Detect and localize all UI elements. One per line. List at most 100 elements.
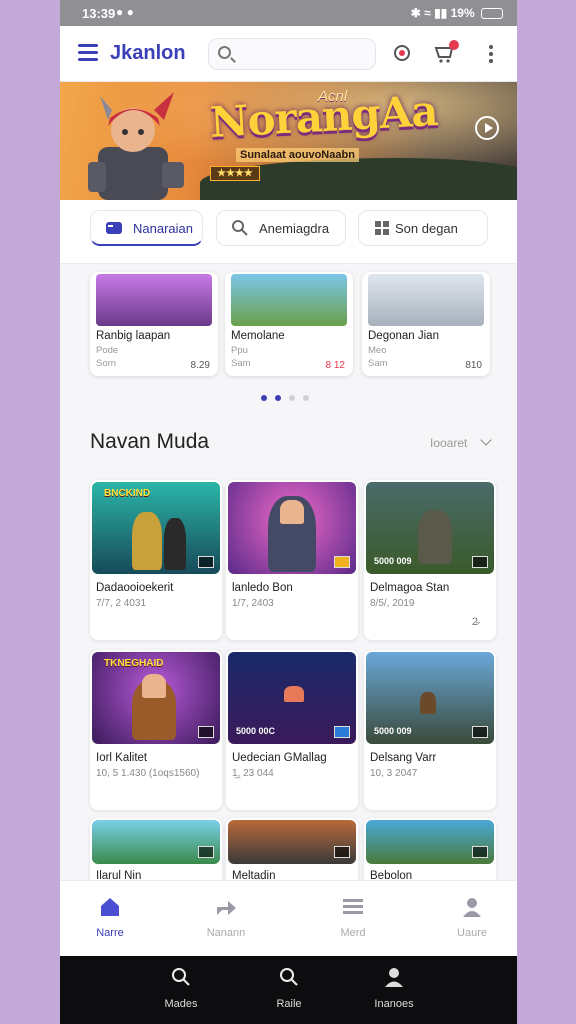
- chevron-down-icon: [480, 434, 492, 446]
- thumbnail-heading: TKNEGHAID: [104, 658, 164, 669]
- card-thumbnail: BNCKIND: [92, 482, 220, 574]
- carousel-card[interactable]: Degonan Jian Meo Sam 810: [362, 272, 490, 376]
- phone-screen: 13:39 ● ● ✱ ≈ ▮▮ 19% Jkanlon Acnl Norang…: [60, 0, 517, 1024]
- card-meta: Pode: [96, 345, 119, 356]
- game-grid: BNCKIND Dadaooioekerit 7/7, 2 4031 lanle…: [60, 480, 517, 978]
- card-title: Memolane: [231, 330, 285, 342]
- hero-banner[interactable]: Acnl NorangAa Sunalaat aouvoNaabn ★★★★: [60, 82, 517, 200]
- nav-item-share[interactable]: Nanann: [186, 895, 266, 939]
- app-brand: Jkanlon: [110, 42, 186, 64]
- card-meta: Meo: [368, 345, 387, 356]
- gamepad-icon: [106, 222, 122, 234]
- game-date: 10, 3 2047: [370, 768, 418, 779]
- home-icon: [101, 898, 119, 916]
- status-right: ✱ ≈ ▮▮ 19%: [411, 6, 503, 20]
- carousel-card[interactable]: Ranbig laapan Pode Sorn 8.29: [90, 272, 218, 376]
- card-thumbnail: [92, 820, 220, 864]
- card-thumbnail: 5000 00C: [228, 652, 356, 744]
- thumbnail-stat: 5000 00C: [236, 726, 276, 736]
- profile-icon: [463, 898, 481, 917]
- share-icon: [217, 901, 236, 915]
- card-thumbnail: [231, 274, 347, 326]
- card-meta: Sorn: [96, 358, 117, 369]
- card-meta: Ppu: [231, 345, 248, 356]
- thumbnail-heading: BNCKIND: [104, 488, 151, 499]
- game-title: lanledo Bon: [232, 582, 293, 594]
- card-title: Ranbig laapan: [96, 330, 171, 342]
- game-card[interactable]: BNCKIND Dadaooioekerit 7/7, 2 4031: [90, 480, 222, 640]
- card-price: 8.29: [190, 360, 210, 371]
- card-thumbnail: [228, 820, 356, 864]
- hamburger-menu-icon[interactable]: [78, 44, 98, 62]
- sys-item-person[interactable]: Inanoes: [359, 966, 429, 1010]
- battery-percent: 19%: [450, 6, 475, 20]
- bell-icon: [394, 45, 410, 61]
- game-date: 1̲, 23 044: [232, 768, 274, 779]
- game-card[interactable]: 5000 00C Uedecian GMallag 1̲, 23 044: [226, 650, 358, 810]
- sys-item-search[interactable]: Mades: [146, 966, 216, 1010]
- game-title: Delmagoa Stan: [370, 582, 450, 594]
- game-date: 1/7, 2403: [232, 598, 274, 609]
- cart-button[interactable]: [433, 40, 459, 66]
- tab-nanaraian[interactable]: Nanaraian: [90, 210, 203, 246]
- list-icon: [343, 899, 363, 914]
- sys-item-search-2[interactable]: Raile: [254, 966, 324, 1010]
- sys-label: Mades: [164, 998, 198, 1010]
- carousel-card[interactable]: Memolane Ppu Sam 8 12: [225, 272, 353, 376]
- game-title: Iorl Kalitet: [96, 752, 148, 764]
- card-thumbnail: TKNEGHAID: [92, 652, 220, 744]
- card-thumbnail: [228, 482, 356, 574]
- status-notification-icons: ● ●: [116, 5, 134, 19]
- card-meta: Sam: [231, 358, 251, 369]
- search-icon: [280, 968, 298, 986]
- card-price: 8 12: [325, 360, 345, 371]
- game-card[interactable]: 5000 009 Delsang Varr 10, 3 2047: [364, 650, 496, 810]
- signal-icon: ▮▮: [434, 6, 448, 20]
- carousel-pagination[interactable]: [261, 388, 317, 406]
- status-bar: 13:39 ● ● ✱ ≈ ▮▮ 19%: [60, 0, 517, 26]
- game-card[interactable]: lanledo Bon 1/7, 2403: [226, 480, 358, 640]
- segment-tabs: Nanaraian Anemiagdra Son degan: [60, 200, 517, 264]
- grid-icon: [375, 221, 389, 235]
- hero-tag: ★★★★: [210, 166, 260, 181]
- card-thumbnail: 5000 009: [366, 482, 494, 574]
- game-extra: 2̴: [471, 616, 478, 628]
- game-date: 10, 5 1.430 (1oqs1560): [96, 768, 200, 779]
- card-thumbnail: [366, 820, 494, 864]
- card-thumbnail: [368, 274, 484, 326]
- game-card[interactable]: TKNEGHAID Iorl Kalitet 10, 5 1.430 (1oqs…: [90, 650, 222, 810]
- thumbnail-stat: 5000 009: [374, 726, 412, 736]
- person-icon: [385, 968, 403, 987]
- nav-label: Nanann: [206, 927, 246, 939]
- game-date: 8/5/, 2019: [370, 598, 415, 609]
- search-input[interactable]: [239, 44, 369, 66]
- tab-anemiagdra[interactable]: Anemiagdra: [216, 210, 346, 246]
- card-price: 810: [465, 360, 482, 371]
- card-title: Degonan Jian: [368, 330, 439, 342]
- section-title: Navan Muda: [90, 430, 210, 453]
- tab-label: Nanaraian: [133, 221, 193, 236]
- sort-dropdown[interactable]: Iooaret: [430, 434, 492, 450]
- game-title: Uedecian GMallag: [232, 752, 327, 764]
- game-date: 7/7, 2 4031: [96, 598, 147, 609]
- more-options-icon[interactable]: [489, 45, 493, 66]
- system-navigation: Mades Raile Inanoes: [60, 956, 517, 1024]
- thumbnail-stat: 5000 009: [374, 556, 412, 566]
- notification-button[interactable]: [390, 42, 414, 66]
- wifi-icon: ≈: [424, 6, 431, 20]
- game-title: Delsang Varr: [370, 752, 437, 764]
- game-card[interactable]: 5000 009 Delmagoa Stan 8/5/, 2019 2̴: [364, 480, 496, 640]
- featured-carousel: Ranbig laapan Pode Sorn 8.29 Memolane Pp…: [60, 264, 517, 414]
- nav-item-profile[interactable]: Uaure: [432, 895, 512, 939]
- search-box[interactable]: [208, 38, 376, 70]
- nav-item-home[interactable]: Narre: [70, 895, 150, 939]
- search-icon: [218, 46, 231, 59]
- search-icon: [232, 220, 248, 236]
- nav-label: Narre: [96, 927, 124, 939]
- nav-item-list[interactable]: Merd: [313, 895, 393, 939]
- hero-character-illustration: [88, 92, 184, 200]
- app-bar: Jkanlon: [60, 26, 517, 82]
- game-title: Dadaooioekerit: [96, 582, 174, 594]
- play-icon[interactable]: [475, 116, 499, 140]
- tab-son-degan[interactable]: Son degan: [358, 210, 488, 246]
